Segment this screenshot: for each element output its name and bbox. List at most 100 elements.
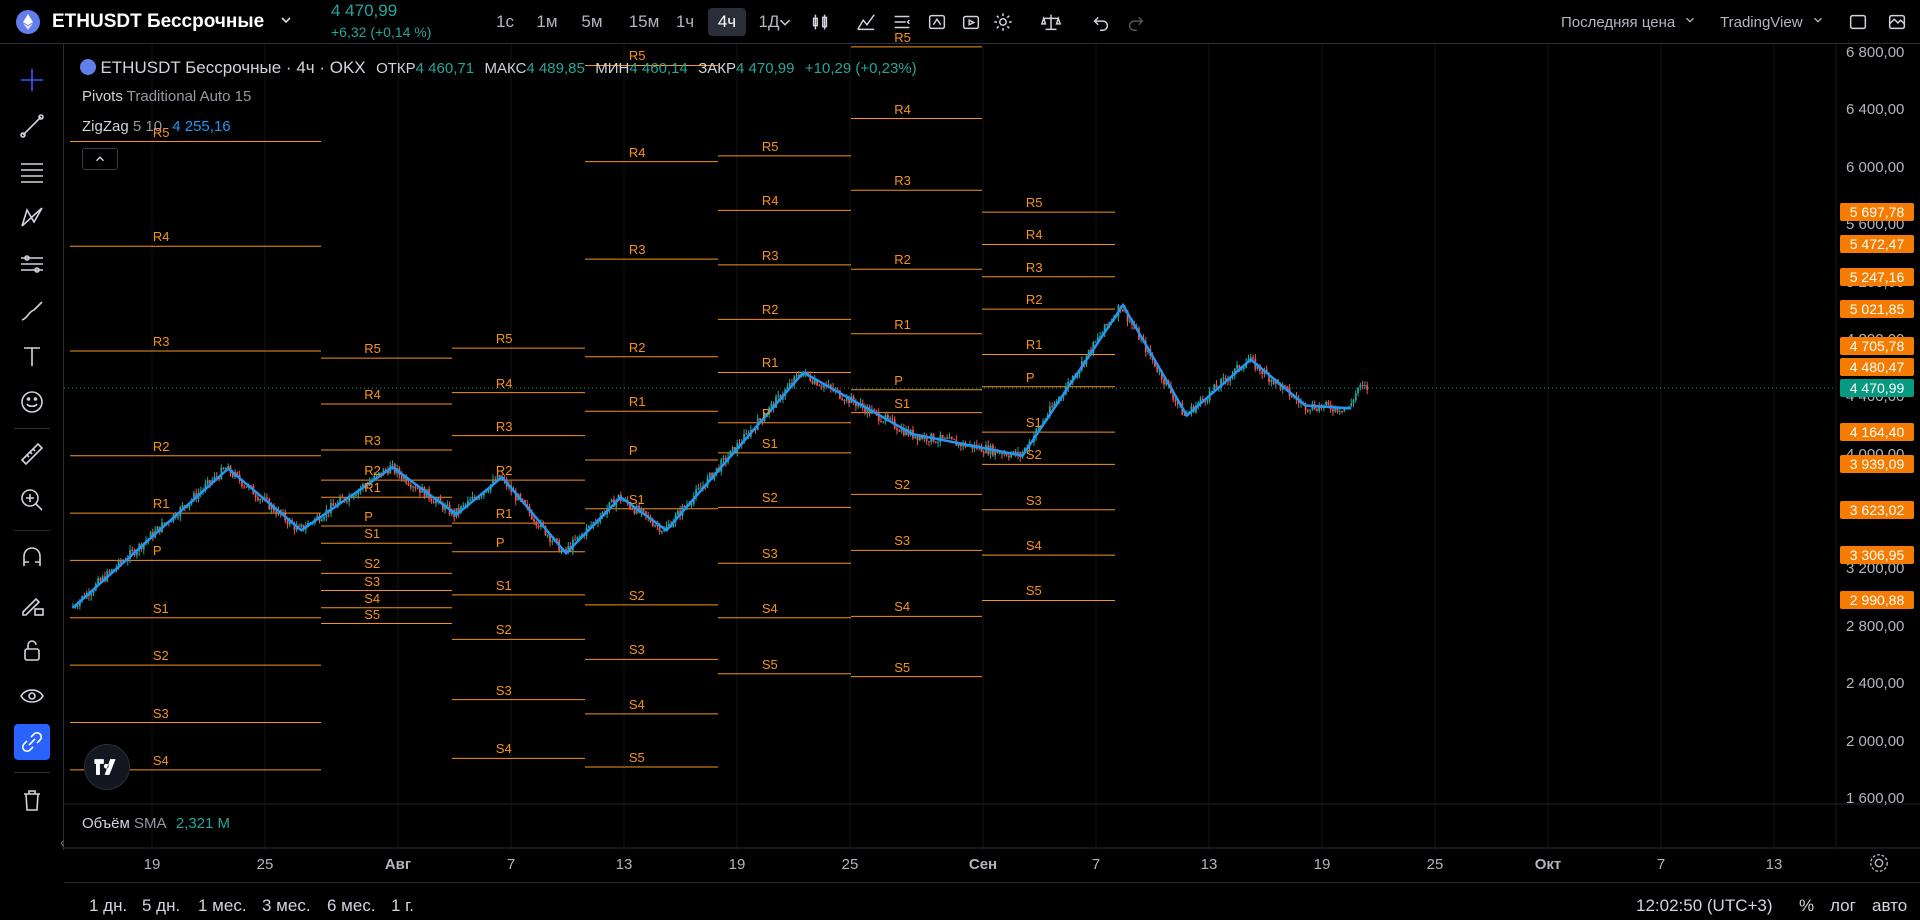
- volume-legend-row[interactable]: Объём SMA 2,321 M: [82, 815, 230, 832]
- tradingview-logo[interactable]: [84, 744, 130, 790]
- candle-body: [944, 437, 946, 439]
- interval-button[interactable]: 1м: [531, 8, 563, 36]
- fib-retracement-icon[interactable]: [14, 154, 50, 190]
- candle-body: [256, 497, 259, 501]
- text-icon[interactable]: [14, 338, 50, 374]
- candle-body: [731, 447, 734, 451]
- pivot-price-tag: 3 623,02: [1840, 500, 1914, 519]
- pivot-label: R4: [152, 229, 170, 245]
- range-button[interactable]: 1 дн.: [89, 896, 127, 916]
- pivot-label: S1: [761, 435, 778, 451]
- pivot-label: S3: [364, 573, 381, 589]
- candles-chart-type-icon[interactable]: [807, 9, 833, 35]
- gear-icon[interactable]: [990, 9, 1016, 35]
- candle-body: [1206, 400, 1209, 402]
- pivot-price-tag: 4 480,47: [1840, 358, 1914, 376]
- layout-name: TradingView: [1720, 13, 1803, 31]
- time-axis-tick: 7: [1656, 856, 1666, 873]
- replay-icon[interactable]: [958, 9, 984, 35]
- crosshair-icon[interactable]: [14, 62, 50, 98]
- forecast-icon[interactable]: [14, 246, 50, 282]
- pivot-label: S2: [761, 490, 778, 506]
- pivot-label: S1: [894, 395, 911, 411]
- clock[interactable]: 12:02:50 (UTC+3): [1636, 896, 1773, 916]
- price-axis-tick: 6 400,00: [1846, 101, 1905, 119]
- pivots-params: Traditional Auto 15: [126, 88, 252, 105]
- range-button[interactable]: 6 мес.: [327, 896, 376, 916]
- candle-body: [546, 535, 549, 537]
- alert-icon[interactable]: [924, 9, 950, 35]
- toolbar-divider: [14, 428, 50, 429]
- unlock-icon[interactable]: [14, 632, 50, 668]
- okx-exchange-icon: [80, 59, 96, 75]
- interval-button[interactable]: 4ч: [708, 8, 746, 36]
- chart-settings-gear-icon[interactable]: [1868, 852, 1892, 876]
- pivot-label: S3: [152, 705, 169, 721]
- ruler-icon[interactable]: [14, 436, 50, 472]
- candle-body: [1361, 384, 1364, 386]
- pivot-label: R5: [761, 138, 779, 154]
- time-axis-tick: 7: [506, 856, 516, 873]
- chevron-down-icon[interactable]: [278, 12, 294, 33]
- indicators-icon[interactable]: [853, 9, 879, 35]
- redo-icon[interactable]: [1123, 9, 1149, 35]
- fullscreen-icon[interactable]: [1845, 9, 1871, 35]
- candle-body: [820, 385, 823, 388]
- high-value: 4 489,85: [526, 60, 585, 77]
- zigzag-params: 5 10: [132, 118, 163, 135]
- lock-drawing-icon[interactable]: [14, 586, 50, 622]
- candle-body: [722, 457, 725, 460]
- link-icon[interactable]: [14, 724, 50, 760]
- price-chart[interactable]: [64, 44, 1920, 850]
- price-axis-tick: 2 800,00: [1846, 617, 1905, 635]
- volume-params: SMA: [133, 815, 166, 832]
- pivot-label: S1: [364, 526, 381, 542]
- pivots-legend-row[interactable]: Pivots Traditional Auto 15: [82, 88, 251, 105]
- collapse-legend-button[interactable]: [82, 148, 118, 170]
- interval-button[interactable]: 1с: [489, 8, 521, 36]
- candle-body: [841, 398, 844, 401]
- pivot-label: S2: [1025, 447, 1042, 463]
- range-button[interactable]: 3 мес.: [262, 896, 311, 916]
- undo-icon[interactable]: [1088, 9, 1114, 35]
- interval-button[interactable]: 15м: [622, 8, 666, 36]
- trash-icon[interactable]: [14, 782, 50, 818]
- brush-icon[interactable]: [14, 292, 50, 328]
- pivot-label: R1: [495, 506, 513, 522]
- scales-icon[interactable]: [1038, 9, 1064, 35]
- candle-body: [332, 503, 335, 506]
- zoom-in-icon[interactable]: [14, 482, 50, 518]
- snapshot-icon[interactable]: [1884, 9, 1910, 35]
- trend-line-icon[interactable]: [14, 108, 50, 144]
- percent-toggle[interactable]: %: [1799, 896, 1814, 916]
- magnet-icon[interactable]: [14, 540, 50, 576]
- pivot-label: S2: [894, 477, 911, 493]
- emoji-icon[interactable]: [14, 384, 50, 420]
- pivot-label: R2: [152, 438, 170, 454]
- price-type-dropdown[interactable]: Последняя цена: [1561, 0, 1697, 44]
- interval-dropdown-chevron-icon[interactable]: [772, 9, 798, 35]
- candle-body: [1354, 393, 1357, 401]
- candle-body: [777, 395, 780, 397]
- candle-body: [934, 441, 937, 443]
- pivot-label: R4: [628, 144, 646, 160]
- candle-body: [1222, 377, 1225, 380]
- range-button[interactable]: 1 мес.: [198, 896, 247, 916]
- candle-body: [243, 486, 246, 488]
- eye-icon[interactable]: [14, 678, 50, 714]
- range-button[interactable]: 5 дн.: [142, 896, 180, 916]
- range-button[interactable]: 1 г.: [391, 896, 414, 916]
- auto-toggle[interactable]: авто: [1872, 896, 1907, 916]
- candle-body: [928, 441, 930, 443]
- candle-body: [407, 483, 410, 485]
- zigzag-legend-row[interactable]: ZigZag 5 10 4 255,16: [82, 118, 231, 135]
- price-axis-tick: 6 000,00: [1846, 158, 1905, 176]
- layout-dropdown[interactable]: TradingView: [1720, 0, 1825, 44]
- interval-button[interactable]: 1ч: [669, 8, 701, 36]
- pattern-icon[interactable]: [14, 200, 50, 236]
- candle-body: [1316, 409, 1318, 412]
- candle-body: [873, 409, 876, 411]
- interval-button[interactable]: 5м: [574, 8, 610, 36]
- log-toggle[interactable]: лог: [1830, 896, 1856, 916]
- symbol-button[interactable]: ETHUSDT Бессрочные: [16, 0, 294, 44]
